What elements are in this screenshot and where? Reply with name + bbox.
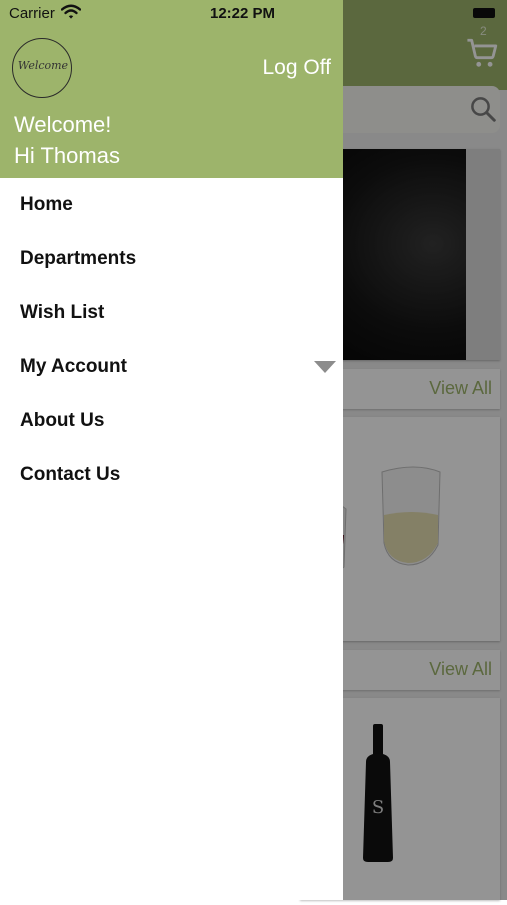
user-greeting: Hi Thomas	[14, 143, 120, 168]
menu-item-label: Home	[20, 194, 73, 215]
status-carrier: Carrier	[9, 5, 55, 22]
chevron-down-icon[interactable]	[314, 360, 336, 374]
wifi-icon	[61, 4, 81, 19]
drawer-header: Carrier 12:22 PM Welcome Log Off Welcome…	[0, 0, 343, 178]
menu-item-label: About Us	[20, 410, 105, 431]
side-drawer: Carrier 12:22 PM Welcome Log Off Welcome…	[0, 0, 343, 900]
welcome-title: Welcome!	[14, 112, 112, 137]
menu-item-label: Departments	[20, 248, 137, 269]
menu-item-my-account[interactable]: My Account	[0, 340, 343, 394]
menu-item-wish-list[interactable]: Wish List	[0, 286, 343, 340]
menu-item-label: Contact Us	[20, 464, 121, 485]
logo-text: Welcome	[17, 59, 69, 72]
drawer-menu: Home Departments Wish List My Account Ab…	[0, 178, 343, 502]
menu-item-label: My Account	[20, 356, 127, 377]
menu-item-departments[interactable]: Departments	[0, 232, 343, 286]
log-off-button[interactable]: Log Off	[263, 56, 332, 80]
status-time: 12:22 PM	[210, 5, 276, 22]
menu-item-home[interactable]: Home	[0, 178, 343, 232]
welcome-logo: Welcome	[12, 38, 72, 98]
menu-item-contact-us[interactable]: Contact Us	[0, 448, 343, 502]
menu-item-label: Wish List	[20, 302, 105, 323]
menu-item-about-us[interactable]: About Us	[0, 394, 343, 448]
